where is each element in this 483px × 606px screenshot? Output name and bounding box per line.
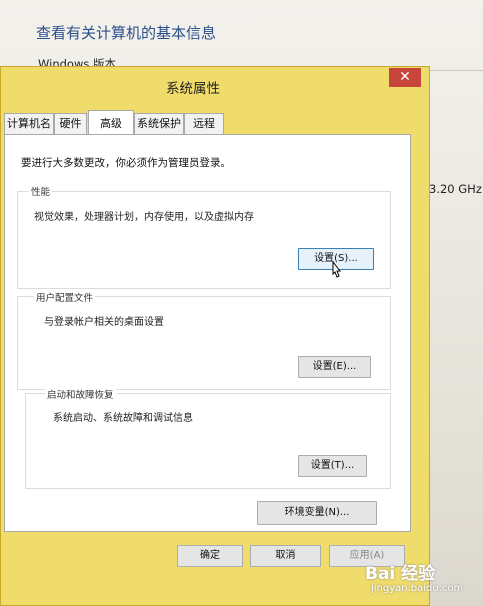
watermark-logo: Bai 经验 [365, 564, 436, 584]
system-properties-dialog: 系统属性 ✕ 计算机名 硬件 高级 系统保护 远程 要进行大多数更改，你必须作为… [0, 66, 430, 606]
tab-hardware[interactable]: 硬件 [54, 113, 87, 134]
admin-note: 要进行大多数更改，你必须作为管理员登录。 [21, 157, 231, 169]
ok-button[interactable]: 确定 [177, 545, 243, 567]
close-button[interactable]: ✕ [389, 68, 421, 87]
cancel-button[interactable]: 取消 [250, 545, 321, 567]
performance-label: 性能 [29, 184, 53, 198]
startup-recovery-desc: 系统启动、系统故障和调试信息 [53, 413, 193, 424]
user-profiles-label: 用户配置文件 [34, 290, 96, 304]
tab-system-protection[interactable]: 系统保护 [134, 113, 184, 134]
cpu-speed-value: 3.20 GHz [429, 182, 482, 196]
background-title: 查看有关计算机的基本信息 [36, 24, 217, 42]
user-profiles-settings-button[interactable]: 设置(E)... [298, 356, 371, 378]
tab-remote[interactable]: 远程 [184, 113, 224, 134]
baidu-jingyan-watermark: Bai 经验 jingyan.baidu.com [355, 555, 475, 601]
mouse-cursor-icon [332, 261, 342, 278]
watermark-url: jingyan.baidu.com [371, 583, 464, 594]
startup-recovery-settings-button[interactable]: 设置(T)... [298, 455, 367, 477]
performance-desc: 视觉效果，处理器计划，内存使用，以及虚拟内存 [34, 212, 254, 223]
tab-advanced[interactable]: 高级 [88, 110, 134, 135]
user-profiles-desc: 与登录帐户相关的桌面设置 [44, 317, 164, 328]
environment-variables-button[interactable]: 环境变量(N)... [257, 501, 377, 525]
tab-computer-name[interactable]: 计算机名 [4, 113, 54, 134]
startup-recovery-label: 启动和故障恢复 [45, 387, 116, 401]
close-icon: ✕ [399, 69, 411, 85]
dialog-title: 系统属性 [166, 81, 220, 97]
dialog-titlebar[interactable]: 系统属性 ✕ [1, 67, 429, 105]
